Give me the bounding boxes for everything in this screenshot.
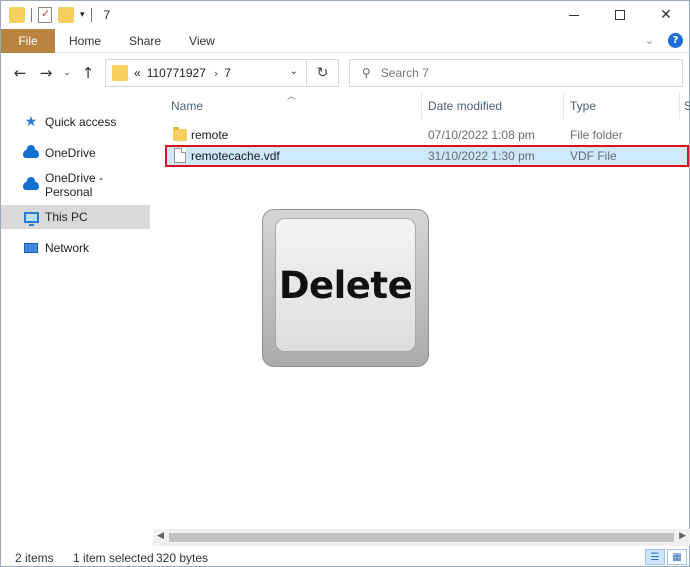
view-toggle: ☰ ▦	[645, 549, 687, 565]
quick-access-toolbar: ▾ 7	[1, 1, 110, 29]
sidebar-item-label: Network	[45, 241, 90, 255]
column-header-type[interactable]: Type	[570, 99, 596, 113]
toolbar-divider	[31, 8, 32, 22]
horizontal-scrollbar[interactable]: ◀ ▶	[153, 529, 690, 546]
tab-home[interactable]: Home	[55, 29, 115, 53]
address-dropdown-icon[interactable]: ⌄	[290, 66, 298, 77]
sidebar-item-onedrive[interactable]: OneDrive	[1, 141, 150, 165]
file-explorer-window: ▾ 7 ✕ File Home Share View ⌄ ? ← → ⌄ ↑ «…	[0, 0, 690, 567]
sidebar-item-network[interactable]: Network	[1, 236, 150, 260]
column-headers: ︿ Name Date modified Type S	[153, 92, 690, 119]
address-bar[interactable]: « 110771927 › 7 ⌄ ↻	[105, 59, 339, 87]
minimize-button[interactable]	[551, 1, 597, 29]
file-date: 31/10/2022 1:30 pm	[428, 149, 535, 163]
maximize-button[interactable]	[597, 1, 643, 29]
refresh-button[interactable]: ↻	[306, 60, 338, 86]
column-header-name[interactable]: Name	[171, 99, 203, 113]
breadcrumb-segment[interactable]: 7	[224, 66, 231, 80]
file-type: File folder	[570, 128, 623, 142]
delete-key-illustration: Delete	[262, 209, 429, 367]
navigation-pane: ★ Quick access OneDrive OneDrive - Perso…	[1, 93, 151, 543]
tab-share[interactable]: Share	[115, 29, 175, 53]
sidebar-item-label: OneDrive	[45, 146, 96, 160]
sidebar-item-quick-access[interactable]: ★ Quick access	[1, 110, 150, 134]
file-icon	[174, 148, 186, 163]
column-divider[interactable]	[563, 93, 564, 119]
file-date: 07/10/2022 1:08 pm	[428, 128, 535, 142]
large-icons-view-icon[interactable]: ▦	[667, 549, 687, 565]
scroll-right-icon[interactable]: ▶	[679, 531, 686, 541]
breadcrumb-chevron-icon[interactable]: ›	[214, 67, 218, 80]
breadcrumb-segment[interactable]: 110771927	[147, 66, 206, 80]
tab-view[interactable]: View	[175, 29, 229, 53]
title-bar: ▾ 7 ✕	[1, 1, 689, 29]
file-row-remotecache[interactable]: remotecache.vdf 31/10/2022 1:30 pm VDF F…	[165, 145, 689, 167]
folder-icon	[9, 7, 25, 23]
details-view-icon[interactable]: ☰	[645, 549, 665, 565]
selection-size: 320 bytes	[156, 551, 209, 565]
forward-button[interactable]: →	[33, 64, 59, 82]
recent-locations-button[interactable]: ⌄	[59, 68, 75, 78]
column-header-date[interactable]: Date modified	[428, 99, 502, 113]
status-bar: 2 items 1 item selected 320 bytes ☰ ▦	[1, 547, 689, 567]
column-divider[interactable]	[679, 93, 680, 119]
sort-ascending-icon: ︿	[287, 92, 297, 102]
scrollbar-thumb[interactable]	[169, 533, 674, 542]
search-icon: ⚲	[362, 66, 371, 80]
search-placeholder: Search 7	[380, 66, 429, 80]
ribbon-tabs: File Home Share View ⌄ ?	[1, 28, 689, 53]
new-folder-icon[interactable]	[58, 7, 74, 23]
breadcrumb-overflow[interactable]: «	[134, 66, 141, 80]
window-controls: ✕	[551, 1, 689, 29]
column-divider[interactable]	[421, 93, 422, 119]
file-name: remote	[191, 128, 229, 142]
computer-icon	[23, 210, 39, 226]
sidebar-item-label: OneDrive - Personal	[45, 171, 104, 199]
customize-toolbar-icon[interactable]: ▾	[80, 10, 85, 20]
expand-ribbon-icon[interactable]: ⌄	[645, 34, 654, 47]
up-button[interactable]: ↑	[75, 64, 101, 82]
selection-count: 1 item selected	[73, 551, 154, 565]
delete-key-label: Delete	[278, 263, 413, 307]
minimize-icon	[569, 14, 579, 16]
file-name: remotecache.vdf	[191, 149, 280, 163]
cloud-icon	[23, 176, 39, 192]
ribbon-right-controls: ⌄ ?	[645, 33, 683, 48]
search-box[interactable]: ⚲ Search 7	[349, 59, 683, 87]
sidebar-item-onedrive-personal[interactable]: OneDrive - Personal	[1, 171, 150, 199]
back-button[interactable]: ←	[7, 64, 33, 82]
folder-icon	[173, 127, 187, 141]
file-type: VDF File	[570, 149, 617, 163]
sidebar-item-this-pc[interactable]: This PC	[1, 205, 150, 229]
network-icon	[23, 241, 39, 255]
sidebar-item-label: Quick access	[45, 115, 117, 129]
window-title: 7	[103, 8, 111, 22]
properties-icon[interactable]	[38, 7, 52, 23]
tab-file[interactable]: File	[1, 28, 55, 53]
star-icon: ★	[24, 114, 38, 130]
help-icon[interactable]: ?	[668, 33, 683, 48]
column-header-size[interactable]: S	[684, 99, 690, 113]
delete-key-face: Delete	[275, 218, 416, 352]
sidebar-item-label: This PC	[45, 210, 88, 224]
scroll-left-icon[interactable]: ◀	[157, 531, 164, 541]
folder-icon	[112, 65, 128, 81]
navigation-bar: ← → ⌄ ↑ « 110771927 › 7 ⌄ ↻ ⚲ Search 7	[1, 53, 689, 93]
cloud-icon	[23, 144, 39, 160]
toolbar-divider	[90, 8, 92, 22]
maximize-icon	[615, 10, 625, 20]
close-button[interactable]: ✕	[643, 1, 689, 29]
item-count: 2 items	[15, 551, 54, 565]
file-row-remote[interactable]: remote 07/10/2022 1:08 pm File folder	[165, 124, 690, 146]
